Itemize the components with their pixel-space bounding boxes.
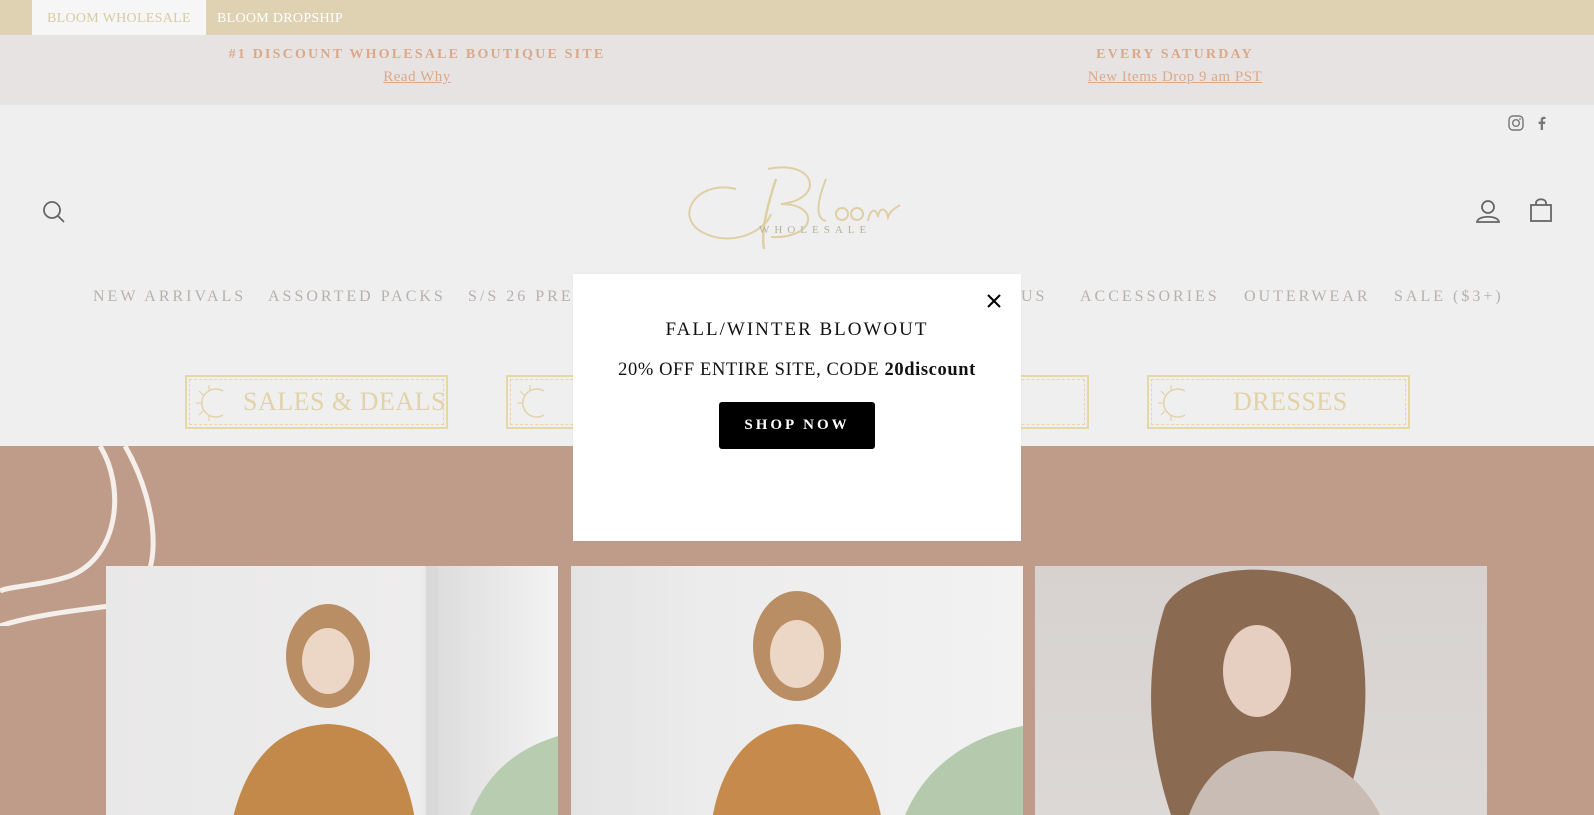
read-why-link[interactable]: Read Why <box>207 69 627 86</box>
category-label: DRESSES <box>1233 387 1348 416</box>
product-photo-2[interactable] <box>571 566 1023 815</box>
bloom-logo[interactable]: WHOLESALE <box>676 159 906 259</box>
modal-title: FALL/WINTER BLOWOUT <box>665 319 929 340</box>
modal-subtitle-text: 20% OFF ENTIRE SITE, CODE <box>618 360 880 380</box>
promo-modal: FALL/WINTER BLOWOUT 20% OFF ENTIRE SITE,… <box>573 274 1021 541</box>
store-tab-wholesale[interactable]: BLOOM WHOLESALE <box>32 0 206 35</box>
announcement-bar: #1 DISCOUNT WHOLESALE BOUTIQUE SITE Read… <box>0 35 1594 105</box>
modal-subtitle: 20% OFF ENTIRE SITE, CODE 20discount <box>573 360 1021 381</box>
category-sales-deals[interactable]: SALES & DEALS <box>185 375 448 429</box>
store-tab-dropship[interactable]: BLOOM DROPSHIP <box>203 0 358 35</box>
nav-ss-26-pre[interactable]: S/S 26 PRE <box>468 288 574 306</box>
facebook-icon[interactable] <box>1534 115 1550 131</box>
category-dresses[interactable]: DRESSES <box>1147 375 1410 429</box>
sun-icon <box>516 383 552 428</box>
close-icon[interactable] <box>981 288 1007 314</box>
announcement-title: EVERY SATURDAY <box>1096 47 1254 62</box>
cart-icon[interactable] <box>1529 197 1553 228</box>
instagram-icon[interactable] <box>1508 115 1524 131</box>
nav-assorted-packs[interactable]: ASSORTED PACKS <box>268 288 446 306</box>
account-icon[interactable] <box>1475 198 1501 229</box>
nav-new-arrivals[interactable]: NEW ARRIVALS <box>93 288 246 306</box>
category-label: SALES & DEALS <box>243 387 446 416</box>
nav-accessories[interactable]: ACCESSORIES <box>1080 288 1220 306</box>
sun-icon <box>1157 383 1193 428</box>
product-photo-3[interactable] <box>1035 566 1487 815</box>
sun-icon <box>195 383 231 428</box>
social-links <box>1508 115 1550 131</box>
store-switch-bar: BLOOM WHOLESALE BLOOM DROPSHIP <box>0 0 1594 35</box>
nav-outerwear[interactable]: OUTERWEAR <box>1244 288 1371 306</box>
announcement-title: #1 DISCOUNT WHOLESALE BOUTIQUE SITE <box>228 47 606 62</box>
announcement-discount: #1 DISCOUNT WHOLESALE BOUTIQUE SITE Read… <box>207 47 627 86</box>
new-items-link[interactable]: New Items Drop 9 am PST <box>965 69 1385 86</box>
nav-sale[interactable]: SALE ($3+) <box>1394 288 1504 306</box>
shop-now-button[interactable]: SHOP NOW <box>719 402 875 449</box>
search-icon[interactable] <box>42 200 66 229</box>
nav-us[interactable]: US <box>1021 288 1047 306</box>
announcement-saturday: EVERY SATURDAY New Items Drop 9 am PST <box>965 47 1385 86</box>
discount-code: 20discount <box>884 360 976 380</box>
svg-text:WHOLESALE: WHOLESALE <box>759 224 871 236</box>
product-photo-1[interactable] <box>106 566 558 815</box>
